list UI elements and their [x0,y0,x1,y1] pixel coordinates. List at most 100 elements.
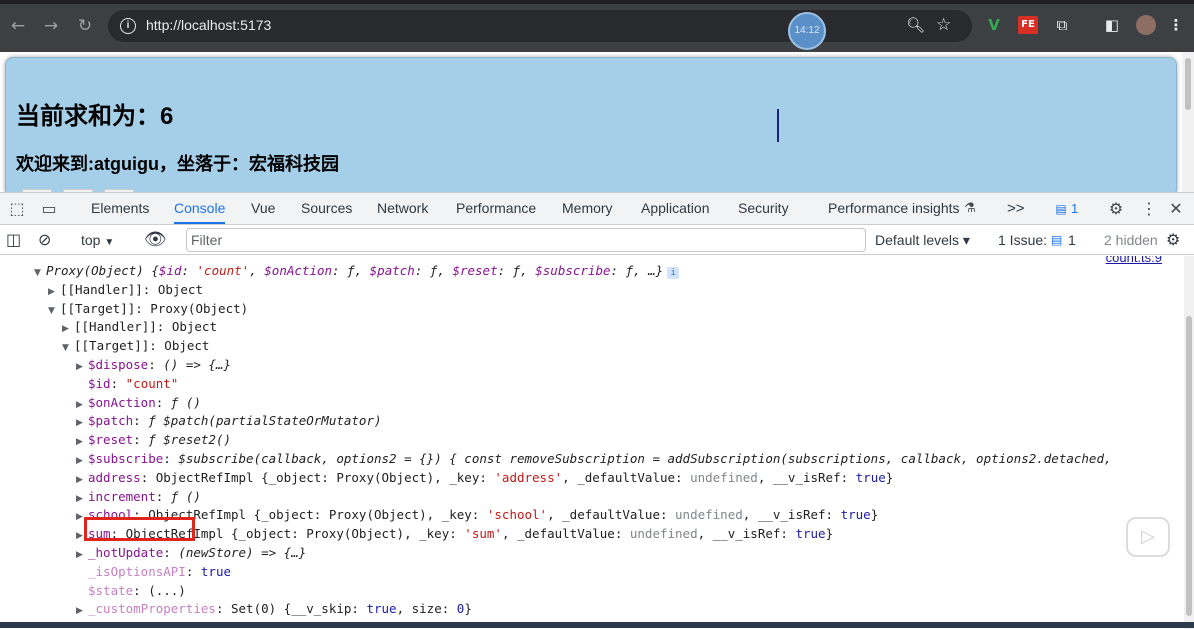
console-token: 'school' [486,507,548,523]
console-tree-row[interactable]: ▶ address: ObjectRefImpl {_object: Proxy(… [76,468,893,487]
close-devtools-icon[interactable]: ✕ [1165,198,1187,220]
console-tree-row[interactable]: ▶ $reset: ƒ $reset2() [76,430,231,449]
bookmark-star-icon[interactable]: ☆ [936,15,951,35]
console-tree-row[interactable]: ▼ [[Target]]: Proxy(Object) [48,299,248,318]
side-panel-icon[interactable]: ◧ [1102,14,1122,36]
fe-extension-icon[interactable]: FE [1018,16,1038,34]
tab-console[interactable]: Console [174,193,226,224]
zoom-icon[interactable]: 🔍︎ [906,16,925,34]
forward-arrow-icon[interactable]: → [41,16,61,36]
sidebar-toggle-icon[interactable]: ◫ [6,229,21,251]
console-tree-row[interactable]: ▶ _customProperties: Set(0) {__v_skip: tr… [76,599,472,618]
tab-security[interactable]: Security [738,193,789,224]
tab-vue[interactable]: Vue [251,193,275,224]
console-token: ƒ () [170,488,201,504]
tab-strip [0,0,1194,4]
console-tree-row[interactable]: ▶ [[Handler]]: Object [62,317,217,336]
inspect-element-icon[interactable]: ⬚ [6,198,28,220]
reload-icon[interactable]: ↻ [75,16,95,36]
filter-placeholder: Filter [191,232,223,248]
issues-icon[interactable]: ▤ [1051,229,1062,251]
tab-performance-insights[interactable]: Performance insights [828,193,960,224]
clear-console-icon[interactable]: ⊘ [38,229,51,251]
filter-input[interactable]: Filter [186,228,866,252]
collapsed-triangle-icon[interactable]: ▶ [76,602,88,621]
expanded-triangle-icon[interactable]: ▼ [62,339,74,358]
console-token: , _defaultValue: [562,469,691,485]
console-tree-row[interactable]: $state: (...) [76,581,186,600]
tab-memory[interactable]: Memory [562,193,613,224]
context-selector[interactable]: top ▼ [81,229,114,251]
back-arrow-icon[interactable]: ← [8,16,28,36]
site-info-icon[interactable]: i [120,18,136,34]
more-tabs-button[interactable]: >> [1007,193,1025,224]
messages-count[interactable]: 1 [1071,193,1078,224]
page-scrollbar[interactable] [1182,52,1194,192]
tab-application[interactable]: Application [641,193,710,224]
console-tree-row[interactable]: ▶ $onAction: ƒ () [76,393,201,412]
devtools-panel: ⬚ ▭ Elements Console Vue Sources Network… [0,192,1194,629]
console-token: } [825,526,834,542]
console-tree-row[interactable]: ▶ [[Handler]]: Object [48,280,203,299]
console-tree-row[interactable]: ▶ $patch: ƒ $patch(partialStateOrMutator) [76,411,382,430]
tab-sources[interactable]: Sources [301,193,352,224]
flask-icon: ⚗ [964,201,976,216]
console-token: , __v_isRef: [697,526,796,542]
info-badge-icon[interactable]: i [667,267,680,279]
page-scroll-thumb[interactable] [1185,58,1191,110]
text-cursor [777,109,779,142]
console-settings-gear-icon[interactable]: ⚙ [1166,229,1180,251]
expanded-triangle-icon[interactable]: ▼ [48,302,60,321]
console-token: "count" [125,375,179,391]
console-scrollbar[interactable] [1184,256,1194,629]
settings-gear-icon[interactable]: ⚙ [1105,198,1127,220]
console-tree-row[interactable]: _isOptionsAPI: true [76,562,231,581]
expanded-triangle-icon[interactable]: ▼ [34,264,46,283]
console-tree-row[interactable]: ▶ $dispose: () => {…} [76,355,231,374]
tab-network[interactable]: Network [377,193,428,224]
console-token: } [885,469,894,485]
console-tree-row[interactable]: ▶ increment: ƒ () [76,487,201,506]
tab-performance[interactable]: Performance [456,193,536,224]
hidden-count: 2 hidden [1104,232,1158,248]
log-levels-dropdown[interactable]: Default levels ▾ [875,229,970,251]
console-token: , _defaultValue: [501,526,630,542]
issues-label[interactable]: 1 Issue: [998,229,1047,251]
device-toolbar-icon[interactable]: ▭ [38,198,60,220]
console-token: [[Target]]: Object [74,338,210,354]
page-viewport: 当前求和为：6 欢迎来到:atguigu，坐落于：宏福科技园 [0,52,1194,199]
console-token: $patch [369,263,415,278]
console-token: : [163,545,179,560]
console-tree-row[interactable]: ▶ $subscribe: $subscribe(callback, option… [76,449,1112,468]
console-token: Proxy(Object) [46,263,152,278]
play-overlay-icon[interactable]: ▷ [1126,517,1170,557]
console-token: : ƒ, [497,263,536,278]
console-token: $onAction [88,394,156,410]
source-link[interactable]: count.ts:9 [1106,256,1162,265]
live-expression-eye-icon[interactable]: 👁︎ [144,229,167,251]
profile-avatar[interactable] [1136,15,1156,35]
address-bar[interactable]: i http://localhost:5173 🔍︎ ☆ [108,10,972,42]
kebab-menu-icon[interactable]: ⋮ [1138,198,1160,220]
console-token: true [366,601,397,617]
console-tree-row[interactable]: ▶ school: ObjectRefImpl {_object: Proxy(O… [76,505,878,524]
console-token: $dispose [88,357,149,372]
console-token: () => {…} [163,357,232,372]
messages-icon[interactable]: ▤ [1054,198,1068,220]
console-token: true [840,507,871,523]
context-label: top [81,232,101,248]
console-token: 'address' [494,469,563,485]
console-tree-row[interactable]: ▼ [[Target]]: Object [62,336,209,355]
tab-elements[interactable]: Elements [91,193,149,224]
console-tree-row[interactable]: ▶ _hotUpdate: (newStore) => {…} [76,543,306,562]
console-token: : [148,357,164,372]
console-tree-row[interactable]: $id: "count" [76,374,178,393]
chrome-menu-icon[interactable]: ⋮ [1168,14,1184,36]
vue-extension-icon[interactable]: V [985,14,1003,36]
console-token: , [249,263,265,278]
extensions-puzzle-icon[interactable]: ⧉ [1052,14,1072,36]
console-scroll-thumb[interactable] [1186,316,1192,616]
console-tree-row[interactable]: ▼ Proxy(Object) {$id: 'count', $onAction:… [34,261,680,283]
url-text[interactable]: http://localhost:5173 [146,17,271,33]
issues-count[interactable]: 1 [1068,229,1076,251]
